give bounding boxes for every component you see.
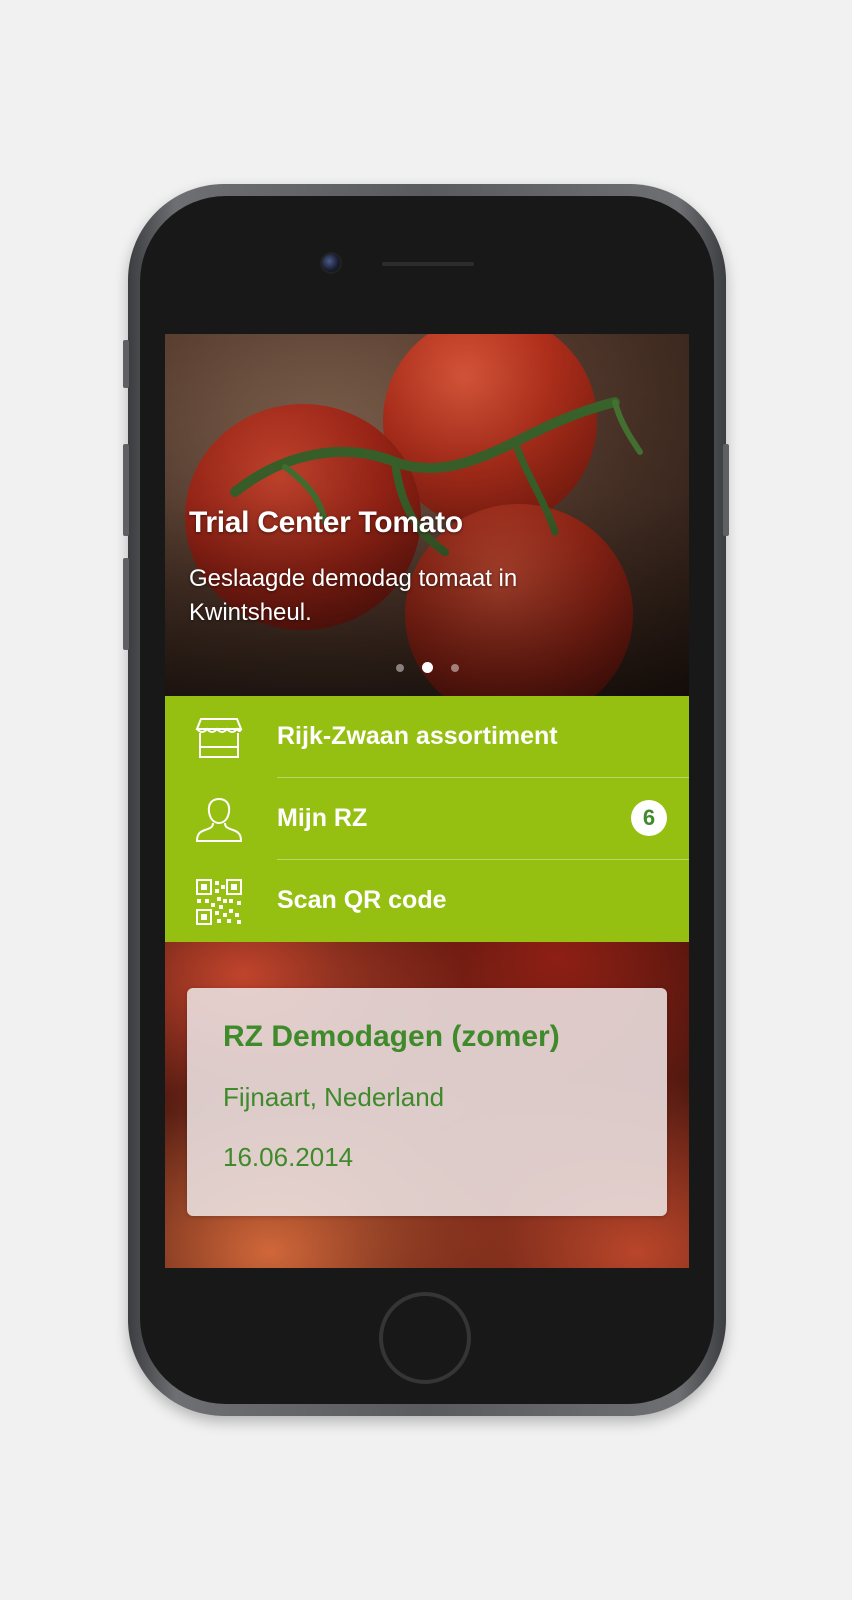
event-location: Fijnaart, Nederland <box>223 1082 445 1112</box>
menu-item-label: Mijn RZ <box>277 804 368 832</box>
user-icon <box>195 797 243 842</box>
hero-title: Trial Center Tomato <box>189 506 463 539</box>
carousel-dot-active[interactable] <box>421 662 433 674</box>
mute-switch <box>123 340 129 388</box>
event-card[interactable]: RZ Demodagen (zomer) Fijnaart, Nederland… <box>187 988 667 1216</box>
carousel-pagination <box>165 659 689 674</box>
carousel-dot[interactable] <box>395 663 404 672</box>
hero-carousel[interactable]: Trial Center Tomato Geslaagde demodag to… <box>165 334 689 696</box>
hero-subtitle: Geslaagde demodag tomaat in Kwintsheul. <box>189 565 518 626</box>
volume-up-button <box>123 444 129 536</box>
volume-down-button <box>123 558 129 650</box>
front-camera <box>322 254 340 272</box>
event-title: RZ Demodagen (zomer) <box>223 1020 560 1053</box>
carousel-dot[interactable] <box>450 663 459 672</box>
event-section: RZ Demodagen (zomer) Fijnaart, Nederland… <box>165 942 689 1268</box>
power-button <box>723 444 729 536</box>
shop-icon <box>195 718 243 758</box>
qr-code-icon <box>196 879 242 925</box>
menu-item-mijn-rz[interactable]: Mijn RZ 6 <box>165 778 689 860</box>
menu-item-label: Scan QR code <box>277 886 447 914</box>
menu-item-scan-qr[interactable]: Scan QR code <box>165 860 689 942</box>
app-screen: Trial Center Tomato Geslaagde demodag to… <box>165 334 689 1268</box>
notification-badge: 6 <box>631 800 667 836</box>
main-menu: Rijk-Zwaan assortiment Mijn RZ 6 Scan QR… <box>165 696 689 942</box>
event-date: 16.06.2014 <box>223 1142 354 1172</box>
menu-item-assortiment[interactable]: Rijk-Zwaan assortiment <box>165 696 689 778</box>
menu-item-label: Rijk-Zwaan assortiment <box>277 722 558 750</box>
home-button[interactable] <box>379 1292 471 1384</box>
earpiece-speaker <box>382 262 474 266</box>
